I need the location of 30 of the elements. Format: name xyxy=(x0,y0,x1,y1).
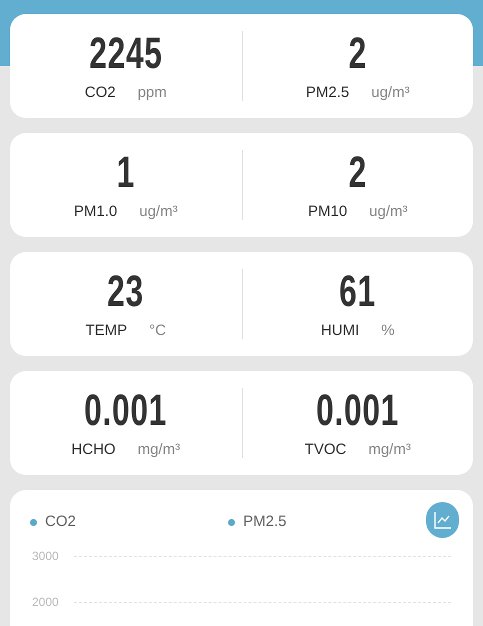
reading-unit: mg/m³ xyxy=(368,440,411,460)
reading-label: PM10 xyxy=(308,202,348,222)
reading-unit: ug/m³ xyxy=(371,83,410,103)
chart-toggle-button[interactable] xyxy=(426,502,459,538)
reading-value: 0.001 xyxy=(316,386,400,436)
reading-unit: % xyxy=(381,321,395,341)
reading-label: TVOC xyxy=(304,440,346,460)
reading-value: 2 xyxy=(348,148,367,198)
reading-label: PM1.0 xyxy=(74,202,118,222)
reading-value: 61 xyxy=(339,267,376,317)
reading-unit: ppm xyxy=(138,83,167,103)
reading-value: 23 xyxy=(107,267,144,317)
reading-label: PM2.5 xyxy=(306,83,350,103)
legend-label: CO2 xyxy=(45,512,76,532)
reading-label: HCHO xyxy=(71,440,116,460)
line-chart-icon xyxy=(432,510,453,530)
reading-value: 2 xyxy=(348,29,367,79)
reading-label: TEMP xyxy=(85,321,128,341)
reading-label: CO2 xyxy=(84,83,116,103)
reading-value: 1 xyxy=(116,148,135,198)
y-axis-label: 3000 xyxy=(32,549,60,563)
legend-label: PM2.5 xyxy=(243,512,286,532)
reading-unit: mg/m³ xyxy=(138,440,180,460)
reading-label: HUMI xyxy=(320,321,360,341)
reading-unit: ug/m³ xyxy=(139,202,178,222)
reading-unit: °C xyxy=(149,321,166,341)
y-axis-label: 2000 xyxy=(32,595,60,609)
reading-value: 0.001 xyxy=(84,386,168,436)
reading-unit: ug/m³ xyxy=(369,202,408,222)
reading-value: 2245 xyxy=(89,29,162,79)
